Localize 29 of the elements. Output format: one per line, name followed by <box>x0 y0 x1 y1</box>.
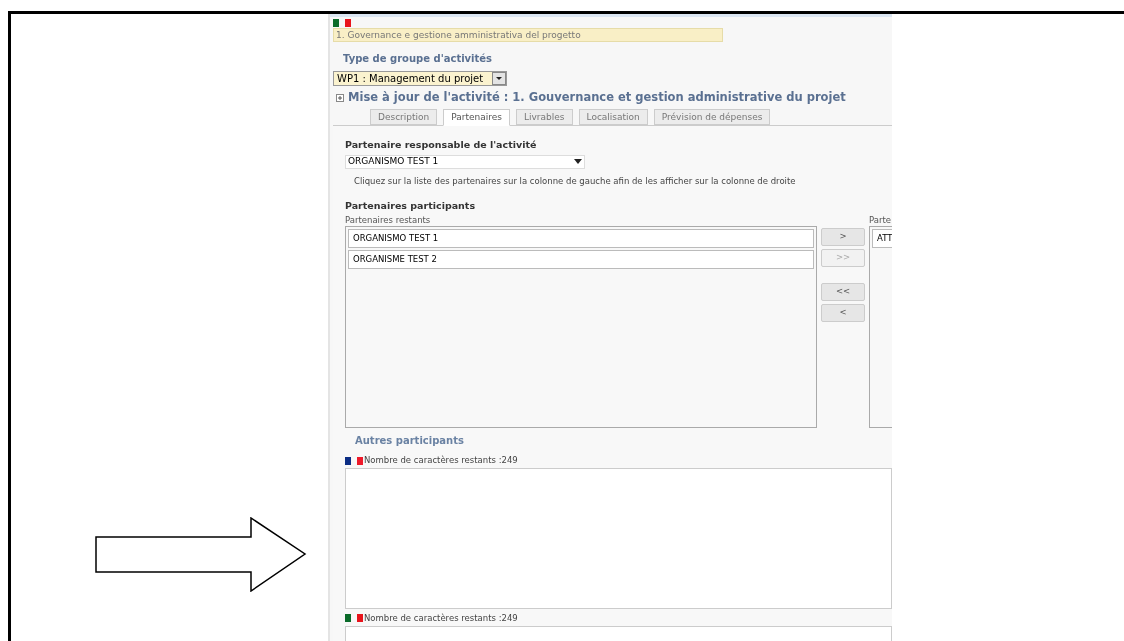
expand-icon[interactable] <box>336 93 344 102</box>
other-participants-title: Autres participants <box>355 434 465 449</box>
list-label: Partenaires restants <box>345 213 432 227</box>
tab[interactable]: Description <box>370 109 438 126</box>
move-button[interactable]: < <box>821 303 865 322</box>
tab[interactable]: Livrables <box>516 109 573 126</box>
remaining-partners-list[interactable]: ORGANISMO TEST 1 ORGANISME TEST 2 <box>345 226 817 429</box>
character-counter: Nombre de caractères restants :249 <box>364 454 518 467</box>
tab[interactable]: Prévision de dépenses <box>653 109 771 126</box>
group-type-label: Type de groupe d'activités <box>343 52 494 66</box>
list-item[interactable]: ORGANISMO TEST 1 <box>348 229 814 249</box>
tab[interactable]: Localisation <box>578 109 648 126</box>
move-button[interactable]: << <box>821 282 865 301</box>
move-button[interactable]: > <box>821 227 865 246</box>
instruction-text: Cliquez sur la liste des partenaires sur la colonne de gauche afin de les afficher sur la colonne de droite <box>354 174 797 188</box>
selected-partners-list[interactable]: ATT <box>869 226 892 429</box>
participants-title: Partenaires participants <box>345 199 477 214</box>
responsible-partner-label: Partenaire responsable de l'activité <box>345 138 538 153</box>
dropdown-icon[interactable] <box>492 72 506 85</box>
character-counter: Nombre de caractères restants :249 <box>364 612 518 625</box>
responsible-partner-select[interactable]: ORGANISMO TEST 1 <box>345 154 585 169</box>
group-type-select[interactable]: WP1 : Management du projet <box>333 71 507 86</box>
list-item[interactable]: ORGANISME TEST 2 <box>348 250 814 270</box>
dropdown-icon[interactable] <box>574 159 582 164</box>
section-title: Mise à jour de l'activité : 1. Gouvernance et gestion administrative du projet <box>348 89 846 106</box>
activity-name-field: 1. Governance e gestione amministrativa del progetto <box>333 28 723 42</box>
list-label: Parte <box>869 213 892 227</box>
tab[interactable]: Partenaires <box>443 109 511 127</box>
list-item[interactable]: ATT <box>872 229 892 249</box>
